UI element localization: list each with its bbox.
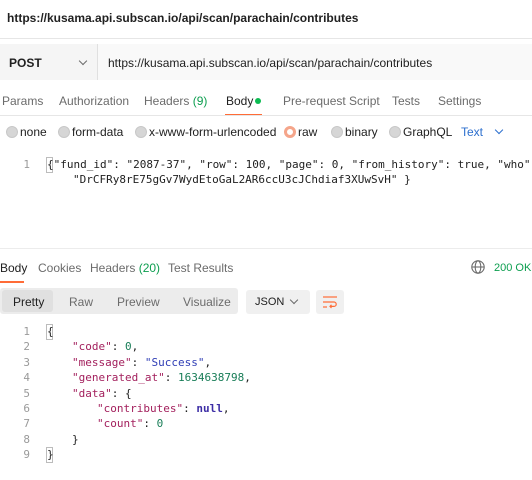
line-number: 4 [23,371,30,384]
code-line: "generated_at": 1634638798, [72,371,251,384]
code-line: { [47,325,54,338]
pane-divider[interactable] [0,248,532,249]
line-number: 1 [23,158,30,171]
response-tab-headers-label: Headers [90,261,136,275]
json-key: "contributes" [97,402,184,415]
tab-authorization[interactable]: Authorization [59,94,129,108]
response-tab-headers[interactable]: Headers (20) [90,261,160,275]
response-tab-cookies[interactable]: Cookies [38,261,81,275]
json-value: 0 [156,417,164,430]
json-key: "count" [97,417,144,430]
format-label: JSON [255,296,285,308]
raw-format-select[interactable]: Text [461,125,483,139]
body-active-dot [255,98,261,104]
radio-form-data-label: form-data [72,125,124,139]
method-label: POST [9,56,42,70]
divider [0,115,532,116]
url-text: https://kusama.api.subscan.io/api/scan/p… [108,56,433,70]
code-line: "data": { [72,387,132,400]
line-number: 7 [23,417,30,430]
radio-none[interactable] [6,126,18,138]
response-tab-body[interactable]: Body [0,261,27,275]
chevron-down-icon [494,125,504,135]
line-number: 6 [23,402,30,415]
line-number: 5 [23,387,30,400]
json-key: "message" [72,356,132,369]
radio-urlencoded-label: x-www-form-urlencoded [149,125,277,139]
json-value: 1634638798 [177,371,245,384]
headers-count: (9) [192,94,208,108]
radio-graphql[interactable] [389,126,401,138]
radio-binary[interactable] [331,126,343,138]
line-number: 9 [23,448,30,461]
radio-none-label: none [20,125,47,139]
wrap-lines-icon [322,294,338,315]
globe-icon[interactable] [470,259,486,280]
json-key: "generated_at" [72,371,165,384]
tab-headers-label: Headers [144,94,190,108]
json-key: "data" [72,387,112,400]
tab-pre-request-script[interactable]: Pre-request Script [283,94,380,108]
tab-body[interactable]: Body [226,94,253,108]
radio-urlencoded[interactable] [135,126,147,138]
request-body-line-2[interactable]: "DrCFRy8rE75gGv7WydEtoGaL2AR6ccU3cJChdia… [73,173,411,186]
code-line: "count": 0 [97,417,164,430]
tab-headers[interactable]: Headers (9) [144,94,207,108]
request-title: https://kusama.api.subscan.io/api/scan/p… [7,11,359,25]
response-tab-test-results[interactable]: Test Results [168,261,233,275]
radio-raw-label: raw [298,125,318,139]
response-headers-count: (20) [138,261,161,275]
view-mode-pretty-label: Pretty [13,295,45,309]
code-line: "code": 0, [72,340,139,353]
view-mode-preview[interactable]: Preview [117,295,160,309]
divider [0,38,532,39]
line-number: 8 [23,433,30,446]
view-mode-raw[interactable]: Raw [69,295,93,309]
tab-params[interactable]: Params [2,94,43,108]
tab-settings[interactable]: Settings [438,94,481,108]
json-key: "code" [72,340,112,353]
code-line: } [47,448,54,461]
line-number: 3 [23,356,30,369]
status-code[interactable]: 200 OK [494,262,531,274]
tab-tests[interactable]: Tests [392,94,420,108]
code-line: } [72,433,79,446]
radio-binary-label: binary [345,125,378,139]
code-line: "contributes": null, [97,402,230,415]
line-number: 1 [23,325,30,338]
active-tab-underline [0,281,24,283]
radio-raw[interactable] [284,126,296,138]
radio-graphql-label: GraphQL [403,125,453,139]
json-value: null [196,402,223,415]
line-number: 2 [23,340,30,353]
json-brace: { [125,387,132,400]
json-value: "Success" [144,356,205,369]
request-body-line-1[interactable]: {"fund_id": "2087-37", "row": 100, "page… [47,158,532,171]
radio-form-data[interactable] [58,126,70,138]
code-line: "message": "Success", [72,356,212,369]
json-value: 0 [125,340,132,353]
view-mode-visualize[interactable]: Visualize [183,295,231,309]
